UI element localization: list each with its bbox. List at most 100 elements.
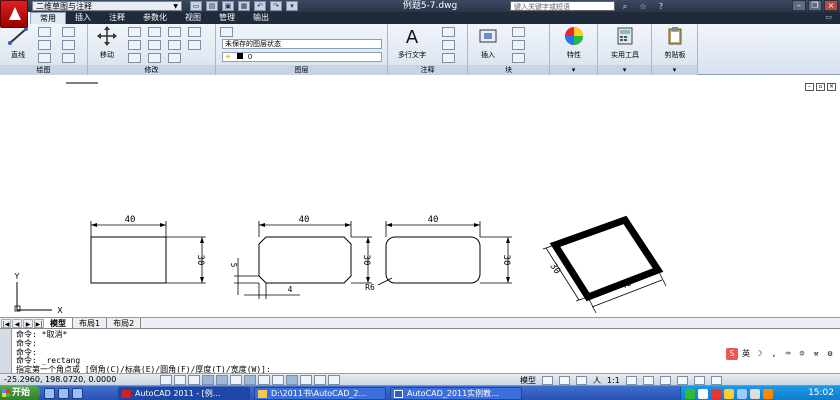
command-line-grip[interactable] bbox=[0, 329, 12, 374]
workspace-dropdown[interactable]: 二维草图与注释 ▼ bbox=[32, 1, 182, 11]
mail-icon[interactable] bbox=[58, 388, 69, 399]
line-button[interactable]: 直线 bbox=[4, 26, 32, 60]
user-icon[interactable]: ☺ bbox=[796, 348, 808, 360]
annotation-panel-title[interactable]: 注释 bbox=[388, 65, 467, 75]
insert-block-button[interactable]: 插入 bbox=[472, 26, 504, 60]
osnap-toggle[interactable] bbox=[216, 375, 228, 385]
lock-icon[interactable] bbox=[659, 375, 671, 385]
media-icon[interactable] bbox=[72, 388, 83, 399]
layout-view-icon[interactable] bbox=[542, 375, 553, 385]
polyline-icon[interactable] bbox=[38, 27, 51, 37]
create-block-icon[interactable] bbox=[512, 27, 525, 37]
layers-panel-title[interactable]: 图层 bbox=[216, 65, 387, 75]
tray-volume-icon[interactable] bbox=[737, 388, 747, 399]
mirror-icon[interactable] bbox=[148, 40, 161, 50]
ortho-toggle[interactable] bbox=[188, 375, 200, 385]
tab-insert[interactable]: 插入 bbox=[66, 12, 100, 24]
edit-block-icon[interactable] bbox=[512, 40, 525, 50]
stretch-icon[interactable] bbox=[128, 53, 141, 63]
erase-icon[interactable] bbox=[168, 27, 181, 37]
ime-mode-icon[interactable]: 英 bbox=[740, 348, 752, 360]
coordinate-readout[interactable]: -25.2960, 198.0720, 0.0000 bbox=[4, 375, 116, 385]
sogou-icon[interactable]: S bbox=[726, 347, 738, 360]
selection-cycling-toggle[interactable] bbox=[328, 375, 340, 385]
annotation-scale-value[interactable]: 1:1 bbox=[607, 376, 620, 385]
rotate-icon[interactable] bbox=[128, 27, 141, 37]
task-word-document[interactable]: AutoCAD_2011实例教... bbox=[390, 387, 522, 400]
move-button[interactable]: 移动 bbox=[92, 26, 122, 60]
tab-layout2[interactable]: 布局2 bbox=[107, 317, 142, 329]
first-layout-icon[interactable]: |◀ bbox=[1, 318, 11, 328]
workspace-switch-icon[interactable] bbox=[642, 375, 654, 385]
open-file-icon[interactable]: ▤ bbox=[206, 1, 218, 11]
explode-icon[interactable] bbox=[188, 27, 201, 37]
tab-manage[interactable]: 管理 bbox=[210, 12, 244, 24]
close-button[interactable]: × bbox=[824, 0, 838, 11]
new-file-icon[interactable]: ▭ bbox=[190, 1, 202, 11]
help-icon[interactable]: ? bbox=[656, 2, 666, 11]
print-icon[interactable]: ▦ bbox=[238, 1, 250, 11]
save-icon[interactable]: ▣ bbox=[222, 1, 234, 11]
task-autocad[interactable]: AutoCAD 2011 - [例... bbox=[118, 387, 250, 400]
shirt-icon[interactable]: ⚒ bbox=[810, 348, 822, 360]
tab-output[interactable]: 输出 bbox=[244, 12, 278, 24]
qat-dropdown-icon[interactable]: ▾ bbox=[286, 1, 298, 11]
properties-panel-title[interactable]: ▾ bbox=[550, 65, 597, 75]
layer-properties-icon[interactable] bbox=[220, 27, 233, 37]
transparency-toggle[interactable] bbox=[300, 375, 312, 385]
ime-settings-icon[interactable]: ⚙ bbox=[824, 348, 836, 360]
offset-icon[interactable] bbox=[188, 40, 201, 50]
leader-icon[interactable] bbox=[442, 40, 455, 50]
binoculars-icon[interactable]: ⌕ bbox=[620, 2, 630, 11]
last-layout-icon[interactable]: ▶| bbox=[34, 318, 44, 328]
grid-toggle[interactable] bbox=[174, 375, 186, 385]
quick-properties-toggle[interactable] bbox=[314, 375, 326, 385]
pan-icon[interactable] bbox=[559, 375, 570, 385]
hardware-acceleration-icon[interactable] bbox=[676, 375, 688, 385]
lineweight-toggle[interactable] bbox=[286, 375, 298, 385]
fillet-icon[interactable] bbox=[168, 40, 181, 50]
3d-osnap-toggle[interactable] bbox=[230, 375, 242, 385]
isolate-objects-icon[interactable] bbox=[693, 375, 705, 385]
block-panel-title[interactable]: 块 bbox=[468, 65, 549, 75]
application-menu-button[interactable] bbox=[0, 0, 28, 28]
tab-model[interactable]: 模型 bbox=[44, 317, 73, 329]
mtext-button[interactable]: A 多行文字 bbox=[392, 26, 432, 60]
prev-layout-icon[interactable]: ◀ bbox=[12, 318, 22, 328]
redo-icon[interactable]: ↷ bbox=[270, 1, 282, 11]
task-folder[interactable]: D:\2011书\AutoCAD_2... bbox=[254, 387, 386, 400]
scale-icon[interactable] bbox=[148, 53, 161, 63]
draw-panel-title[interactable]: 绘图 bbox=[0, 65, 87, 75]
minimize-button[interactable]: – bbox=[792, 0, 806, 11]
punctuation-icon[interactable]: , bbox=[768, 348, 780, 360]
zoom-icon[interactable] bbox=[576, 375, 587, 385]
ribbon-minimize-icon[interactable]: ▭ bbox=[825, 13, 832, 21]
utilities-button[interactable]: 实用工具 bbox=[602, 26, 648, 60]
dimension-icon[interactable] bbox=[442, 27, 455, 37]
array-icon[interactable] bbox=[168, 53, 181, 63]
model-space-button[interactable]: 模型 bbox=[520, 375, 536, 386]
tray-network-icon[interactable] bbox=[724, 388, 734, 399]
dyn-toggle[interactable] bbox=[272, 375, 284, 385]
layer-state-dropdown[interactable]: 未保存的图层状态 bbox=[222, 39, 382, 49]
hatch-icon[interactable] bbox=[62, 40, 75, 50]
drawing-canvas[interactable]: – ▫ × 40 30 40 30 5 4 40 30 R6 40 30 Y X bbox=[0, 75, 840, 317]
ellipse-icon[interactable] bbox=[62, 53, 75, 63]
restore-button[interactable]: ❐ bbox=[808, 0, 822, 11]
trim-icon[interactable] bbox=[148, 27, 161, 37]
clean-screen-icon[interactable] bbox=[710, 375, 722, 385]
tray-antivirus-icon[interactable] bbox=[711, 388, 721, 399]
annotation-visibility-icon[interactable] bbox=[625, 375, 637, 385]
rectangle-icon[interactable] bbox=[62, 27, 75, 37]
tab-layout1[interactable]: 布局1 bbox=[73, 317, 108, 329]
tray-app-icon[interactable] bbox=[685, 388, 695, 399]
properties-button[interactable]: 特性 bbox=[554, 26, 594, 60]
undo-icon[interactable]: ↶ bbox=[254, 1, 266, 11]
tab-home[interactable]: 常用 bbox=[30, 12, 66, 24]
moon-icon[interactable]: ☽ bbox=[754, 348, 766, 360]
otrack-toggle[interactable] bbox=[244, 375, 256, 385]
start-button[interactable]: 开始 bbox=[0, 386, 40, 400]
tab-parametric[interactable]: 参数化 bbox=[134, 12, 176, 24]
clipboard-panel-title[interactable]: ▾ bbox=[652, 65, 697, 75]
snap-toggle[interactable] bbox=[160, 375, 172, 385]
